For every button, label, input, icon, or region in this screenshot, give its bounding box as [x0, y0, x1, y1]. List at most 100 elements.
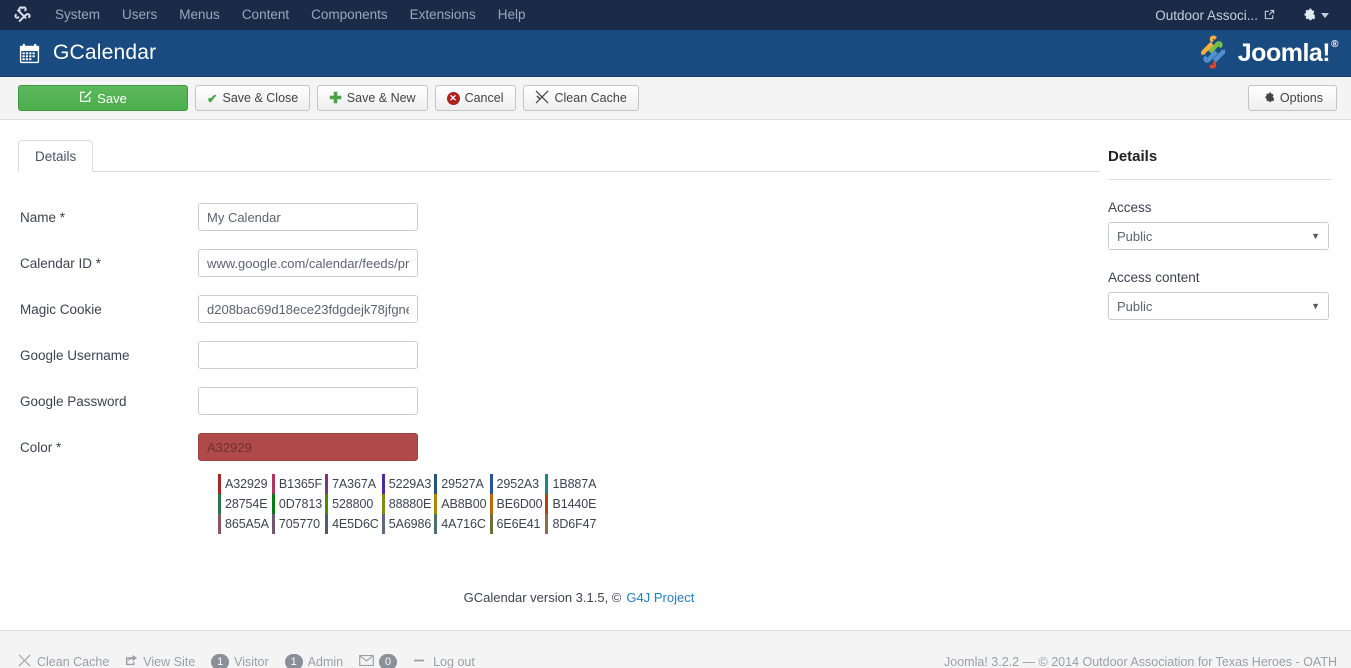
- status-log-out-label: Log out: [433, 654, 475, 668]
- color-swatch[interactable]: A32929: [218, 474, 272, 494]
- color-swatch[interactable]: B1440E: [545, 494, 600, 514]
- color-swatch[interactable]: 865A5A: [218, 514, 272, 534]
- admin-copyright: Joomla! 3.2.2 — © 2014 Outdoor Associati…: [944, 654, 1337, 668]
- google-username-input[interactable]: [198, 341, 418, 369]
- color-swatch[interactable]: 7A367A: [325, 474, 382, 494]
- form-row-magic-cookie: Magic Cookie: [20, 286, 1100, 332]
- color-swatch[interactable]: 4A716C: [434, 514, 490, 534]
- color-swatch[interactable]: 5A6986: [381, 514, 435, 534]
- clean-cache-button[interactable]: Clean Cache: [522, 85, 639, 111]
- name-label: Name *: [20, 209, 66, 225]
- form-row-color: Color *: [20, 424, 1100, 470]
- color-swatch[interactable]: 29527A: [434, 474, 490, 494]
- sidebar-divider: [1108, 179, 1331, 180]
- menu-item-components[interactable]: Components: [300, 0, 399, 30]
- menu-item-users[interactable]: Users: [111, 0, 168, 30]
- joomla-logo-icon: [1195, 34, 1231, 73]
- messages-badge: 0: [379, 653, 398, 668]
- options-button[interactable]: Options: [1247, 85, 1337, 111]
- tab-details[interactable]: Details: [18, 140, 94, 172]
- color-swatch[interactable]: AB8B00: [434, 494, 490, 514]
- joomla-brand-text: Joomla!®: [1238, 39, 1339, 68]
- check-icon: ✔: [207, 91, 218, 106]
- color-swatch[interactable]: 4E5D6C: [325, 514, 382, 534]
- g4j-project-link[interactable]: G4J Project: [626, 590, 694, 605]
- chevron-down-icon: ▼: [1311, 231, 1320, 241]
- admin-top-bar-right: Outdoor Associ...: [1147, 6, 1339, 24]
- gear-icon: [1301, 6, 1316, 24]
- access-select[interactable]: Public ▼: [1108, 222, 1329, 250]
- extension-version-footer: GCalendar version 3.1.5, © G4J Project: [38, 590, 1120, 605]
- main-column: Details Name * Calendar ID * Magic Cooki…: [0, 120, 1100, 650]
- access-content-label: Access content: [1108, 270, 1200, 285]
- details-sidebar: Details Access Public ▼ Access content P…: [1100, 120, 1351, 650]
- form-row-google-password: Google Password: [20, 378, 1100, 424]
- site-name-link[interactable]: Outdoor Associ...: [1147, 8, 1283, 23]
- admin-badge: 1: [284, 653, 303, 668]
- save-button[interactable]: Save: [18, 85, 188, 111]
- menu-item-extensions[interactable]: Extensions: [399, 0, 487, 30]
- cancel-circle-icon: ✕: [446, 91, 460, 105]
- sidebar-title: Details: [1108, 148, 1158, 165]
- access-content-select[interactable]: Public ▼: [1108, 292, 1329, 320]
- form-row-name: Name *: [20, 194, 1100, 240]
- visitor-badge: 1: [211, 653, 230, 668]
- color-swatch[interactable]: 0D7813: [271, 494, 326, 514]
- menu-item-menus[interactable]: Menus: [168, 0, 231, 30]
- status-clean-cache[interactable]: Clean Cache: [18, 653, 109, 668]
- status-view-site[interactable]: View Site: [125, 654, 195, 668]
- status-visitor[interactable]: 1 Visitor: [211, 653, 269, 668]
- page-content: Details Name * Calendar ID * Magic Cooki…: [0, 120, 1351, 650]
- color-swatch[interactable]: 2952A3: [489, 474, 546, 494]
- admin-settings-menu[interactable]: [1287, 6, 1339, 24]
- color-swatch[interactable]: 1B887A: [545, 474, 600, 494]
- color-swatch[interactable]: BE6D00: [489, 494, 546, 514]
- chevron-down-icon: ▼: [1311, 301, 1320, 311]
- color-input[interactable]: [198, 433, 418, 461]
- color-swatch[interactable]: 705770: [271, 514, 326, 534]
- google-password-input[interactable]: [198, 387, 418, 415]
- save-close-button-label: Save & Close: [222, 91, 299, 105]
- google-password-label: Google Password: [20, 393, 127, 409]
- joomla-mark-icon[interactable]: [0, 0, 44, 30]
- color-swatch[interactable]: 88880E: [381, 494, 435, 514]
- color-swatch[interactable]: 528800: [325, 494, 382, 514]
- external-link-icon: [1264, 8, 1275, 23]
- calendar-id-label: Calendar ID *: [20, 255, 102, 271]
- edit-square-icon: [79, 90, 92, 106]
- status-log-out[interactable]: Log out: [413, 655, 475, 668]
- action-toolbar: Save ✔ Save & Close ✚ Save & New ✕ Cance…: [0, 77, 1351, 120]
- status-view-site-label: View Site: [143, 654, 196, 668]
- save-close-button[interactable]: ✔ Save & Close: [195, 85, 311, 111]
- color-palette-grid: A32929 B1365F 7A367A 5229A3 29527A 2952A3 1B88…: [218, 474, 600, 534]
- menu-item-content[interactable]: Content: [231, 0, 300, 30]
- color-swatch[interactable]: 28754E: [218, 494, 272, 514]
- mail-icon: [359, 654, 374, 668]
- color-swatch[interactable]: 6E6E41: [489, 514, 546, 534]
- name-input[interactable]: [198, 203, 418, 231]
- google-username-label: Google Username: [20, 347, 130, 363]
- clean-cache-button-label: Clean Cache: [554, 91, 627, 105]
- status-messages[interactable]: 0: [359, 653, 398, 668]
- external-link-icon: [125, 654, 138, 668]
- menu-item-help[interactable]: Help: [487, 0, 537, 30]
- status-admin[interactable]: 1 Admin: [284, 653, 343, 668]
- menu-item-system[interactable]: System: [44, 0, 111, 30]
- color-swatch[interactable]: 8D6F47: [545, 514, 600, 534]
- site-name-label: Outdoor Associ...: [1155, 7, 1258, 23]
- admin-status-bar: Clean Cache View Site 1 Visitor 1 Admin …: [0, 630, 1351, 668]
- magic-cookie-label: Magic Cookie: [20, 301, 102, 317]
- cancel-button[interactable]: ✕ Cancel: [434, 85, 516, 111]
- color-palette: A32929 B1365F 7A367A 5229A3 29527A 2952A3 1B88…: [218, 474, 1100, 534]
- tab-bar: Details: [18, 139, 1100, 172]
- color-swatch[interactable]: 5229A3: [381, 474, 435, 494]
- calendar-form: Name * Calendar ID * Magic Cookie Google…: [0, 172, 1100, 605]
- color-swatch[interactable]: B1365F: [271, 474, 326, 494]
- magic-cookie-input[interactable]: [198, 295, 418, 323]
- save-new-button[interactable]: ✚ Save & New: [317, 85, 428, 111]
- calendar-icon: [18, 42, 41, 65]
- save-new-button-label: Save & New: [346, 91, 416, 105]
- calendar-id-input[interactable]: [198, 249, 418, 277]
- plus-icon: ✚: [329, 89, 342, 107]
- broom-icon: [18, 653, 32, 668]
